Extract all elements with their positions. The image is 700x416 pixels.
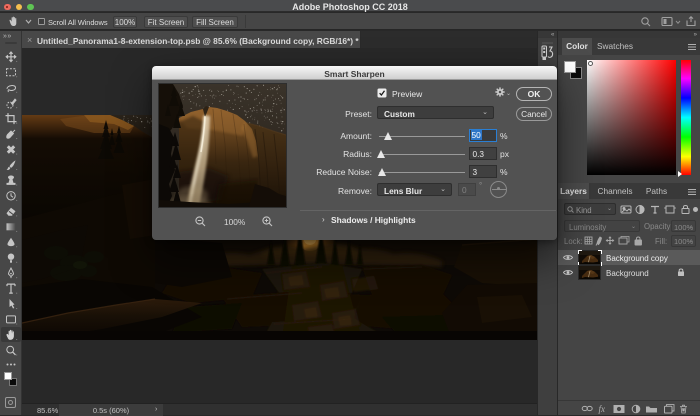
svg-text:fx: fx: [599, 404, 606, 414]
